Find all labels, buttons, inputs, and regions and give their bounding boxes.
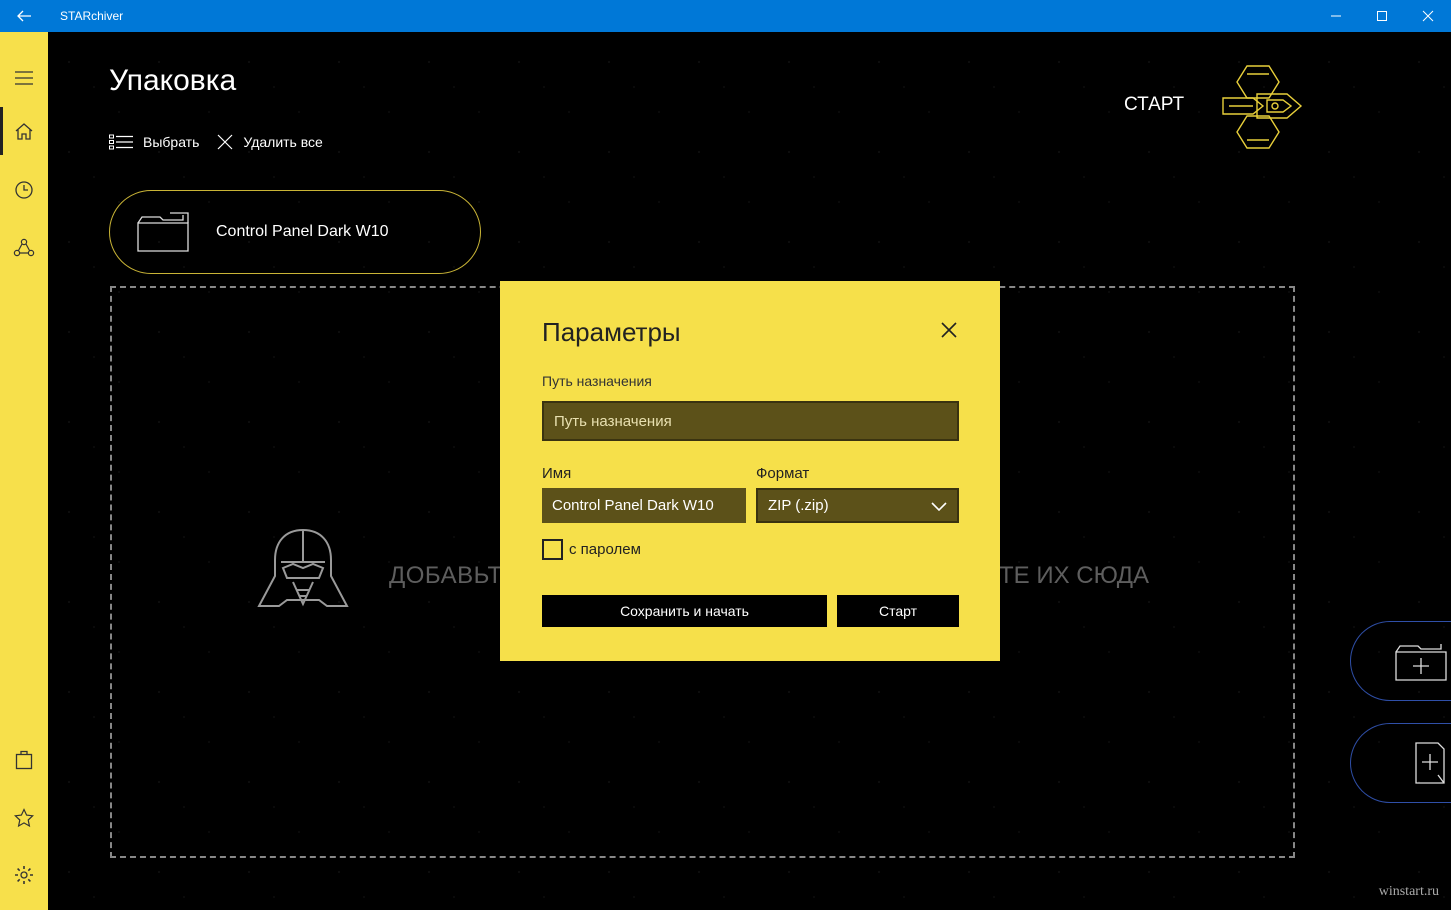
close-icon	[1422, 10, 1434, 22]
select-label: Выбрать	[143, 134, 200, 150]
sidebar-item-favorites[interactable]	[0, 794, 48, 842]
minimize-button[interactable]	[1313, 0, 1359, 32]
start-button[interactable]: Старт	[837, 595, 959, 627]
sidebar-item-history[interactable]	[0, 166, 48, 214]
destination-input[interactable]: Путь назначения	[542, 401, 959, 441]
dialog-close-icon[interactable]	[938, 319, 960, 341]
close-window-button[interactable]	[1405, 0, 1451, 32]
sidebar-menu-button[interactable]	[0, 54, 48, 102]
share-icon	[13, 238, 35, 257]
maximize-icon	[1377, 11, 1387, 21]
format-select[interactable]: ZIP (.zip)	[756, 488, 959, 523]
history-clock-icon	[15, 181, 33, 199]
starship-start-icon[interactable]	[1217, 60, 1307, 154]
add-file-icon	[1415, 742, 1445, 784]
window-controls	[1313, 0, 1451, 32]
toolbar: Выбрать Удалить все	[109, 134, 341, 150]
name-label: Имя	[542, 465, 572, 482]
format-label: Формат	[756, 465, 810, 482]
sidebar-item-settings[interactable]	[0, 851, 48, 899]
close-x-icon	[217, 134, 233, 150]
app-title: STARchiver	[60, 9, 124, 23]
star-icon	[14, 808, 34, 828]
file-card[interactable]: Control Panel Dark W10	[109, 190, 481, 274]
delete-all-button[interactable]: Удалить все	[217, 134, 323, 150]
title-bar: STARchiver	[0, 0, 1451, 32]
name-input[interactable]: Control Panel Dark W10	[542, 488, 746, 523]
add-folder-icon	[1395, 644, 1447, 681]
folder-icon	[137, 212, 189, 252]
maximize-button[interactable]	[1359, 0, 1405, 32]
minimize-icon	[1331, 15, 1341, 17]
sidebar	[0, 32, 48, 910]
list-icon	[109, 134, 133, 150]
watermark: winstart.ru	[1378, 884, 1439, 899]
page-title: Упаковка	[109, 64, 237, 97]
shopping-bag-icon	[15, 750, 33, 770]
delete-all-label: Удалить все	[243, 134, 323, 150]
dialog-title: Параметры	[542, 317, 681, 347]
hamburger-menu-icon	[15, 71, 33, 85]
chevron-down-icon	[931, 501, 947, 511]
sidebar-item-share[interactable]	[0, 224, 48, 272]
destination-label: Путь назначения	[542, 373, 652, 389]
home-icon	[15, 123, 33, 140]
back-button[interactable]	[0, 0, 48, 32]
parameters-dialog: Параметры Путь назначения Путь назначени…	[500, 281, 1000, 661]
save-and-start-button[interactable]: Сохранить и начать	[542, 595, 827, 627]
password-checkbox[interactable]	[542, 539, 563, 560]
file-card-name: Control Panel Dark W10	[216, 223, 389, 240]
password-label[interactable]: с паролем	[569, 541, 641, 558]
sidebar-item-store[interactable]	[0, 735, 48, 783]
gear-icon	[15, 866, 33, 884]
start-label[interactable]: СТАРТ	[1124, 94, 1184, 116]
format-value: ZIP (.zip)	[768, 497, 829, 514]
sidebar-item-home[interactable]	[0, 107, 48, 155]
helmet-icon	[257, 528, 349, 607]
add-folder-button[interactable]	[1350, 621, 1451, 701]
drop-hint-right: ТЕ ИХ СЮДА	[999, 562, 1150, 589]
add-file-button[interactable]	[1350, 723, 1451, 803]
back-arrow-icon	[17, 10, 31, 22]
select-button[interactable]: Выбрать	[109, 134, 199, 150]
